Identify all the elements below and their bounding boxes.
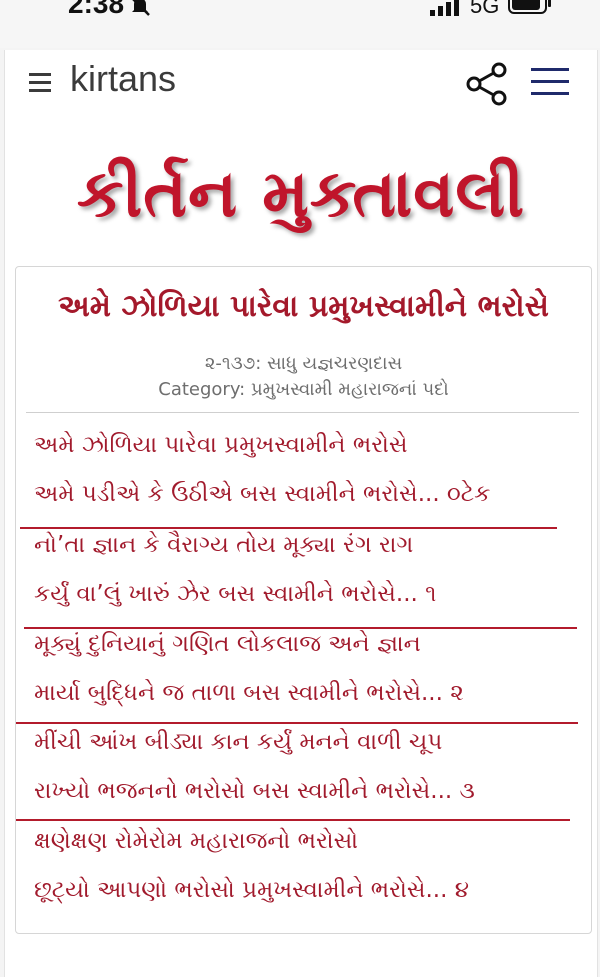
bell-muted-icon [132,0,150,16]
stanza-divider [16,819,570,821]
song-title: અમે ઝોળિયા પારેવા પ્રમુખસ્વામીને ભરોસે [58,289,549,324]
song-category[interactable]: Category: પ્રમુખસ્વામી મહારાજનાં પદો [16,379,591,400]
app-bar: kirtans [5,50,597,114]
lyric-line: અમે ઝોળિયા પારેવા પ્રમુખસ્વામીને ભરોસે [34,432,408,458]
song-card: અમે ઝોળિયા પારેવા પ્રમુખસ્વામીને ભરોસે ૨… [15,266,592,934]
stanza-divider [16,722,578,724]
app-window: kirtans કીર્તન મુક્તાવલી અમે ઝોળિયા પારે… [4,50,598,977]
lyric-line: મૂક્યું દુનિયાનું ગણિત લોકલાજ અને જ્ઞાન [34,631,421,657]
network-type: 5G [470,0,500,18]
share-icon[interactable] [465,62,509,106]
lyric-line: રાખ્યો ભજનનો ભરોસો બસ સ્વામીને ભરોસે... … [34,778,475,804]
signal-icon [430,0,459,16]
stanza-divider [24,627,577,629]
battery-icon [508,0,551,14]
lyric-line: ક્ષણેક્ષણ રોમેરોમ મહારાજનો ભરોસો [34,828,359,854]
lyric-line: નો’તા જ્ઞાન કે વૈરાગ્ય તોય મૂક્યા રંગ રા… [34,532,414,558]
hamburger-icon[interactable] [531,68,571,96]
lyric-line: છૂટ્યો આપણો ભરોસો પ્રમુખસ્વામીને ભરોસે..… [34,877,469,903]
lyric-line: માર્યા બુદ્ધિને જ તાળા બસ સ્વામીને ભરોસે… [34,680,464,706]
status-bar: 2:38 5G [0,0,600,48]
lyric-line: મીંચી આંખ બીડ્યા કાન કર્યું મનને વાળી ચૂ… [34,729,443,755]
menu-icon[interactable] [29,73,53,93]
lyric-line: અમે પડીએ કે ઉઠીએ બસ સ્વામીને ભરોસે... ૦ટ… [34,481,491,507]
lyric-line: કર્યું વા’લું ખારું ઝેર બસ સ્વામીને ભરોસ… [34,581,437,607]
stanza-divider [20,527,557,529]
brand-title: કીર્તન મુક્તાવલી [76,154,526,232]
song-number-author: ૨-૧૩૭: સાધુ યજ્ઞચરણદાસ [204,353,403,374]
app-title[interactable]: kirtans [70,58,176,100]
divider [26,412,579,413]
status-time: 2:38 [68,0,125,19]
